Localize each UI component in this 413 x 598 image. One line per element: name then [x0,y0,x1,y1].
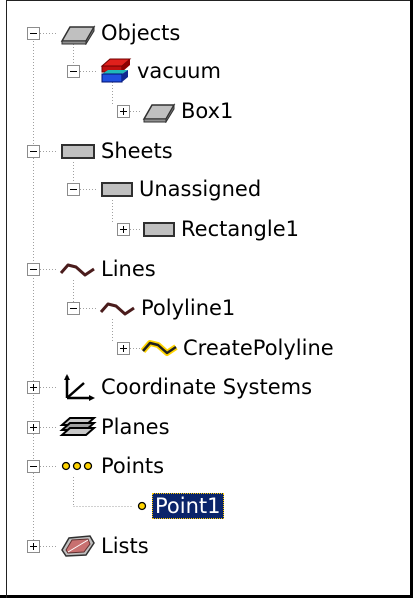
solid-box-icon [60,25,96,45]
rectangle1-expand-toggle[interactable] [117,223,130,236]
tree-item-box1[interactable]: Box1 [140,92,236,130]
tree-item-unassigned[interactable]: Unassigned [98,170,264,208]
polyline-highlight-icon [140,340,178,356]
polyline1-collapse-toggle[interactable] [67,302,80,315]
tree-item-label: Unassigned [139,177,262,201]
tree-item-label: Planes [101,415,170,439]
tree-item-createpolyline[interactable]: CreatePolyline [140,329,337,367]
tree-item-label: Lines [101,257,156,281]
tree-item-label: CreatePolyline [183,336,334,360]
point-icon [137,501,147,511]
list-solid-icon [61,535,95,557]
solid-box-icon [142,103,176,123]
tree-item-points[interactable]: Points [58,447,167,485]
tree-item-label: Sheets [101,139,173,163]
lines-collapse-toggle[interactable] [27,263,40,276]
tree-item-label: Objects [101,21,181,45]
objects-collapse-toggle[interactable] [27,27,40,40]
tree-item-rectangle1[interactable]: Rectangle1 [140,210,302,248]
tree-item-point1[interactable]: Point1 [132,487,224,525]
tree-item-label-selected: Point1 [152,493,224,519]
box1-expand-toggle[interactable] [117,105,130,118]
coordinate-systems-expand-toggle[interactable] [27,381,40,394]
planes-expand-toggle[interactable] [27,421,40,434]
tree-item-label: Box1 [181,99,234,123]
tree-item-label: Rectangle1 [181,217,299,241]
createpolyline-expand-toggle[interactable] [117,342,130,355]
tree-item-label: Points [101,454,165,478]
tree-item-polyline1[interactable]: Polyline1 [98,289,238,327]
planes-icon [59,417,97,436]
tree-item-label: Polyline1 [141,296,236,320]
project-tree-panel: Objects vacuum Box1 Sheets Unassigned Re… [0,0,413,598]
tree-item-label: vacuum [137,59,221,83]
sheets-collapse-toggle[interactable] [27,145,40,158]
polyline-icon [99,302,135,316]
tree-item-vacuum[interactable]: vacuum [98,52,224,90]
tree-item-lists[interactable]: Lists [58,527,152,565]
lists-expand-toggle[interactable] [27,540,40,553]
sheet-rectangle-icon [61,144,95,159]
vacuum-collapse-toggle[interactable] [67,65,80,78]
tree-item-sheets[interactable]: Sheets [58,132,176,170]
tree-item-planes[interactable]: Planes [58,408,173,446]
tree-item-lines[interactable]: Lines [58,250,159,288]
points-icon [61,461,93,471]
tree-item-label: Coordinate Systems [101,375,313,399]
material-stack-icon [100,58,132,83]
tree-item-objects[interactable]: Objects [58,14,183,52]
tree-item-coordinate-systems[interactable]: Coordinate Systems [58,368,315,406]
axes-icon [64,374,95,401]
points-collapse-toggle[interactable] [27,460,40,473]
unassigned-collapse-toggle[interactable] [67,183,80,196]
tree-item-label: Lists [101,534,149,558]
sheet-rectangle-icon [143,222,175,237]
sheet-rectangle-icon [101,182,133,197]
polyline-icon [59,263,95,277]
